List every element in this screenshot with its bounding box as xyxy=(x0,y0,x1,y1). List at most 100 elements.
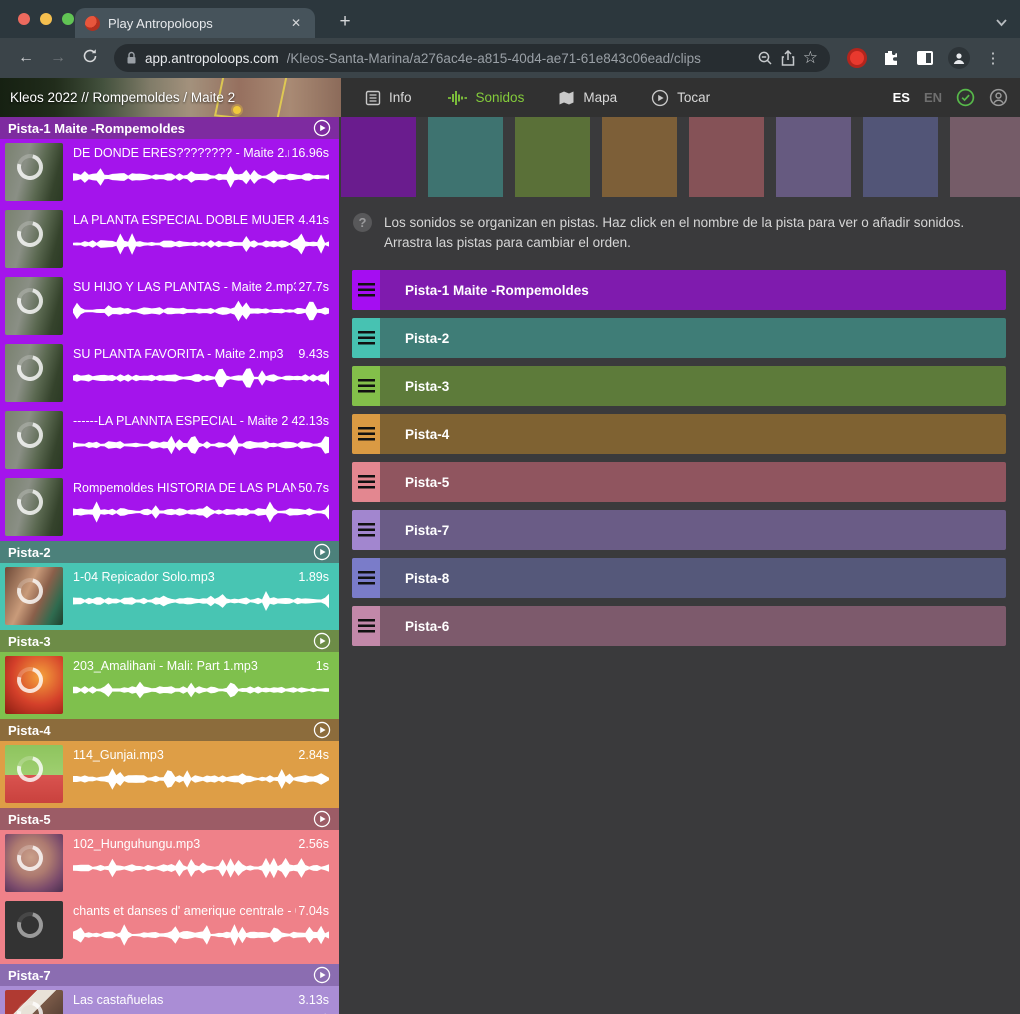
tab-tocar[interactable]: Tocar xyxy=(651,89,710,107)
waveform xyxy=(73,433,329,457)
audio-clip[interactable]: SU PLANTA FAVORITA - Maite 2.mp3 9.43s xyxy=(0,340,339,407)
loading-arc-icon xyxy=(12,283,48,319)
browser-tab[interactable]: Play Antropoloops ✕ xyxy=(75,8,315,38)
audio-clip[interactable]: 203_Amalihani - Mali: Part 1.mp3 1s xyxy=(0,652,339,719)
drag-handle[interactable] xyxy=(352,462,380,502)
help-text: Los sonidos se organizan en pistas. Haz … xyxy=(384,213,1006,252)
loading-arc-icon xyxy=(12,149,48,185)
track-row[interactable]: Pista-3 xyxy=(352,366,1006,406)
grip-icon xyxy=(358,571,375,585)
drag-handle[interactable] xyxy=(352,510,380,550)
drag-handle[interactable] xyxy=(352,318,380,358)
clip-title: LA PLANTA ESPECIAL DOBLE MUJER - Mai... xyxy=(73,213,296,227)
clip-title: 102_Hunguhungu.mp3 xyxy=(73,837,200,851)
clip-body: 203_Amalihani - Mali: Part 1.mp3 1s xyxy=(73,656,329,715)
loading-arc-icon xyxy=(12,573,48,609)
browser-menu-icon[interactable]: ⋮ xyxy=(978,56,1008,61)
share-icon[interactable] xyxy=(781,50,795,66)
track-row[interactable]: Pista-4 xyxy=(352,414,1006,454)
check-circle-icon[interactable] xyxy=(956,88,975,107)
zoom-icon[interactable] xyxy=(757,50,773,66)
tab-info[interactable]: Info xyxy=(365,90,412,106)
audio-clip[interactable]: LA PLANTA ESPECIAL DOBLE MUJER - Mai... … xyxy=(0,206,339,273)
drag-handle[interactable] xyxy=(352,414,380,454)
clip-thumbnail xyxy=(5,990,63,1014)
lang-en[interactable]: EN xyxy=(924,90,942,105)
reload-button[interactable] xyxy=(76,48,104,69)
track-color-swatch[interactable] xyxy=(689,117,764,197)
sidebar-track-section: Pista-4 114_Gunjai.mp3 2.84s xyxy=(0,719,339,808)
forward-button[interactable]: → xyxy=(44,49,72,67)
play-track-icon[interactable] xyxy=(313,632,331,650)
sidebar-track-header[interactable]: Pista-7 xyxy=(0,964,339,986)
drag-handle[interactable] xyxy=(352,558,380,598)
track-row[interactable]: Pista-7 xyxy=(352,510,1006,550)
track-color-swatch[interactable] xyxy=(341,117,416,197)
play-track-icon[interactable] xyxy=(313,543,331,561)
clip-duration: 7.04s xyxy=(298,904,329,918)
clip-list: 102_Hunguhungu.mp3 2.56s chants et danse… xyxy=(0,830,339,964)
sidebar-track-header[interactable]: Pista-1 Maite -Rompemoldes xyxy=(0,117,339,139)
audio-clip[interactable]: 114_Gunjai.mp3 2.84s xyxy=(0,741,339,808)
track-color-swatch[interactable] xyxy=(776,117,851,197)
play-track-icon[interactable] xyxy=(313,721,331,739)
track-color-swatch[interactable] xyxy=(428,117,503,197)
audio-clip[interactable]: 1-04 Repicador Solo.mp3 1.89s xyxy=(0,563,339,630)
grip-icon xyxy=(358,523,375,537)
sidebar-track-header[interactable]: Pista-4 xyxy=(0,719,339,741)
lang-es[interactable]: ES xyxy=(893,90,910,105)
drag-handle[interactable] xyxy=(352,270,380,310)
close-tab-icon[interactable]: ✕ xyxy=(287,14,305,32)
back-button[interactable]: ← xyxy=(12,49,40,67)
clip-title: Las castañuelas xyxy=(73,993,163,1007)
track-color-swatch[interactable] xyxy=(515,117,590,197)
record-icon[interactable] xyxy=(842,51,872,65)
loading-arc-icon xyxy=(12,907,48,943)
close-window-button[interactable] xyxy=(18,13,30,25)
track-row[interactable]: Pista-1 Maite -Rompemoldes xyxy=(352,270,1006,310)
tab-mapa[interactable]: Mapa xyxy=(558,90,617,106)
bookmark-star-icon[interactable]: ☆ xyxy=(803,48,818,68)
play-track-icon[interactable] xyxy=(313,810,331,828)
address-bar[interactable]: app.antropoloops.com/Kleos-Santa-Marina/… xyxy=(114,44,830,72)
play-track-icon[interactable] xyxy=(313,966,331,984)
audio-clip[interactable]: chants et danses d' amerique centrale - … xyxy=(0,897,339,964)
clip-title: Rompemoldes HISTORIA DE LAS PLANTAS... xyxy=(73,481,296,495)
track-row[interactable]: Pista-5 xyxy=(352,462,1006,502)
track-row[interactable]: Pista-8 xyxy=(352,558,1006,598)
tab-sonidos[interactable]: Sonidos xyxy=(446,90,525,106)
audio-clip[interactable]: 102_Hunguhungu.mp3 2.56s xyxy=(0,830,339,897)
track-color-swatch[interactable] xyxy=(950,117,1020,197)
tab-search-chevron-icon[interactable] xyxy=(995,14,1008,32)
new-tab-button[interactable]: + xyxy=(332,10,358,34)
play-track-icon[interactable] xyxy=(313,119,331,137)
grip-icon xyxy=(358,475,375,489)
sidebar-track-header[interactable]: Pista-5 xyxy=(0,808,339,830)
account-icon[interactable] xyxy=(989,88,1008,107)
extensions-icon[interactable] xyxy=(876,49,906,67)
clip-title: ------LA PLANNTA ESPECIAL - Maite 2.mp3 xyxy=(73,414,289,428)
track-row[interactable]: Pista-2 xyxy=(352,318,1006,358)
audio-clip[interactable]: Las castañuelas 3.13s xyxy=(0,986,339,1014)
drag-handle[interactable] xyxy=(352,366,380,406)
clip-body: DE DONDE ERES???????? - Maite 2.mp3 16.9… xyxy=(73,143,329,202)
drag-handle[interactable] xyxy=(352,606,380,646)
track-row[interactable]: Pista-6 xyxy=(352,606,1006,646)
tab-title: Play Antropoloops xyxy=(108,16,279,31)
minimize-window-button[interactable] xyxy=(40,13,52,25)
track-name: Pista-7 xyxy=(380,510,449,550)
clip-duration: 50.7s xyxy=(298,481,329,495)
sidebar-track-header[interactable]: Pista-2 xyxy=(0,541,339,563)
audio-clip[interactable]: ------LA PLANNTA ESPECIAL - Maite 2.mp3 … xyxy=(0,407,339,474)
track-color-swatch[interactable] xyxy=(863,117,938,197)
sidebar-track-header[interactable]: Pista-3 xyxy=(0,630,339,652)
audio-clip[interactable]: DE DONDE ERES???????? - Maite 2.mp3 16.9… xyxy=(0,139,339,206)
audio-clip[interactable]: Rompemoldes HISTORIA DE LAS PLANTAS... 5… xyxy=(0,474,339,541)
breadcrumb[interactable]: Kleos 2022 // Rompemoldes / Maite 2 xyxy=(0,78,341,117)
audio-clip[interactable]: SU HIJO Y LAS PLANTAS - Maite 2.mp3 27.7… xyxy=(0,273,339,340)
profile-avatar-icon[interactable] xyxy=(944,47,974,69)
panel-icon[interactable] xyxy=(910,51,940,65)
track-color-swatch[interactable] xyxy=(602,117,677,197)
zoom-window-button[interactable] xyxy=(62,13,74,25)
lock-icon[interactable] xyxy=(126,51,137,65)
